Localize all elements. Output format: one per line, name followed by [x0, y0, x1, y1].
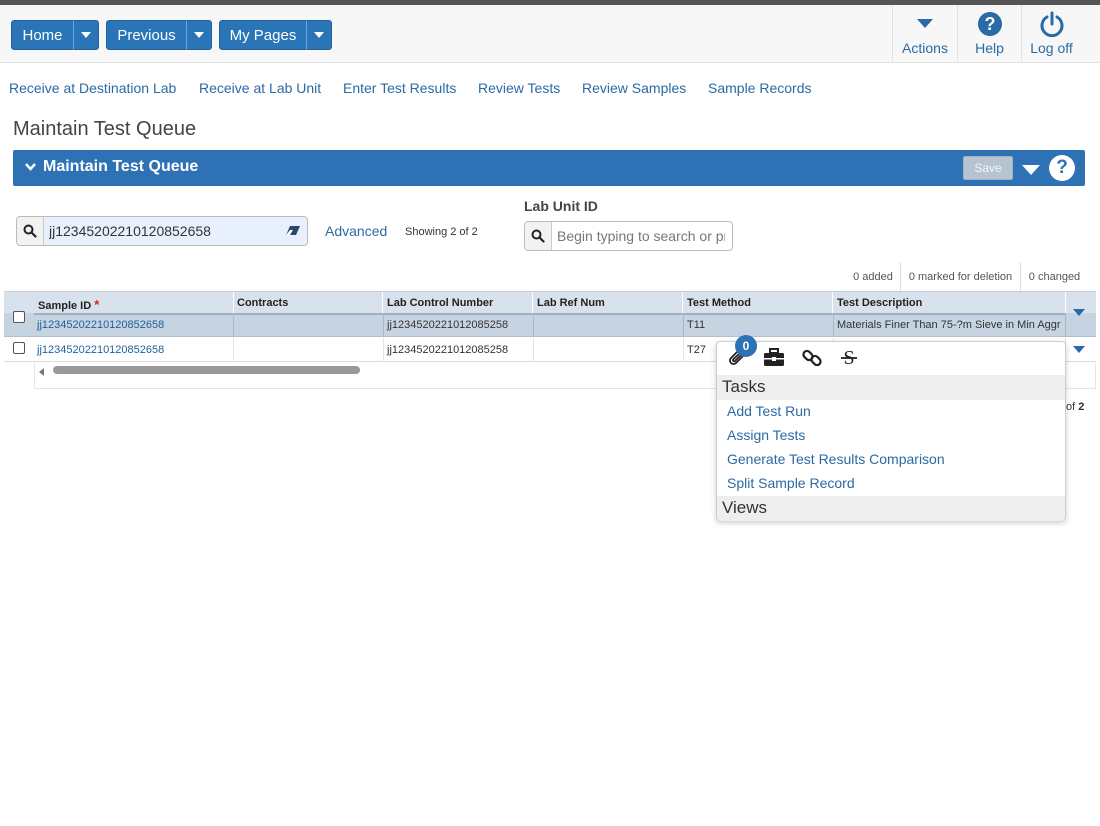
my-pages-button-group: My Pages: [219, 20, 332, 50]
views-section-header[interactable]: Views: [717, 496, 1065, 521]
attachment-count-badge: 0: [735, 335, 757, 357]
grid-header-row: Sample ID * Contracts Lab Control Number…: [4, 291, 1096, 323]
tasks-section-header: Tasks: [717, 375, 1065, 400]
task-split-sample-record[interactable]: Split Sample Record: [727, 475, 855, 491]
added-count: 0 added: [853, 270, 893, 283]
actions-menu[interactable]: Actions: [892, 5, 957, 63]
save-button[interactable]: Save: [963, 156, 1013, 180]
home-button-group: Home: [11, 20, 99, 50]
table-row[interactable]: jj12345202210120852658 jj123452022101208…: [4, 309, 1096, 337]
column-header-test-description[interactable]: Test Description: [833, 292, 1066, 314]
home-button[interactable]: Home: [11, 20, 73, 50]
lab-control-number-cell: jj1234520221012085258: [384, 338, 534, 362]
log-off-label: Log off: [1030, 40, 1073, 56]
pager-total: of 2: [1066, 401, 1084, 413]
panel-title[interactable]: Maintain Test Queue: [43, 158, 198, 176]
column-header-sample-id-label: Sample ID: [38, 300, 92, 312]
home-dropdown-button[interactable]: [73, 20, 99, 50]
link-review-tests[interactable]: Review Tests: [478, 80, 560, 96]
help-label: Help: [975, 40, 1004, 56]
lab-unit-id-input[interactable]: [553, 225, 729, 247]
pager-prefix: of: [1066, 401, 1079, 413]
sample-search-field: [16, 216, 308, 246]
row-checkbox[interactable]: [13, 311, 25, 323]
row-actions-caret-icon[interactable]: [1073, 346, 1085, 353]
column-header-lab-control-number[interactable]: Lab Control Number: [383, 292, 533, 314]
lab-control-number-cell: jj1234520221012085258: [384, 313, 534, 337]
column-header-lab-ref-num[interactable]: Lab Ref Num: [533, 292, 683, 314]
sample-id-link[interactable]: jj12345202210120852658: [34, 313, 234, 337]
help-button[interactable]: ? Help: [957, 5, 1021, 63]
test-description-cell: Materials Finer Than 75-?m Sieve in Min …: [834, 313, 1066, 337]
contracts-cell: [234, 313, 384, 337]
popup-icon-toolbar: 0 S: [717, 335, 1065, 375]
showing-count: Showing 2 of 2: [405, 226, 478, 238]
advanced-search-link[interactable]: Advanced: [325, 223, 387, 239]
page-title: Maintain Test Queue: [13, 118, 197, 140]
search-icon[interactable]: [17, 217, 44, 245]
panel-help-button[interactable]: ?: [1049, 155, 1075, 181]
chevron-down-icon: [81, 32, 91, 38]
my-pages-dropdown-button[interactable]: [306, 20, 332, 50]
app-header: Home Previous My Pages Actions ? Help Lo…: [0, 5, 1100, 63]
lab-unit-id-label: Lab Unit ID: [524, 198, 598, 214]
my-pages-button[interactable]: My Pages: [219, 20, 306, 50]
row-checkbox[interactable]: [13, 342, 25, 354]
panel-menu-caret-icon[interactable]: [1022, 165, 1040, 175]
column-header-sample-id[interactable]: Sample ID *: [34, 292, 234, 314]
link-receive-destination-lab[interactable]: Receive at Destination Lab: [9, 80, 176, 96]
sample-search-input[interactable]: [45, 220, 275, 242]
previous-button[interactable]: Previous: [106, 20, 186, 50]
power-icon: [1039, 11, 1065, 42]
help-circle-icon: ?: [977, 11, 1003, 42]
link-icon[interactable]: [801, 347, 823, 374]
chevron-down-icon: [314, 32, 324, 38]
column-header-contracts[interactable]: Contracts: [233, 292, 383, 314]
test-method-cell: T11: [684, 313, 834, 337]
contracts-cell: [234, 338, 384, 362]
required-marker: *: [94, 297, 100, 312]
caret-down-icon: [917, 17, 933, 35]
row-actions-caret-icon[interactable]: [1073, 309, 1085, 316]
strikethrough-icon[interactable]: S: [839, 347, 859, 374]
scrollbar-thumb[interactable]: [53, 366, 360, 374]
previous-dropdown-button[interactable]: [186, 20, 212, 50]
sample-id-link[interactable]: jj12345202210120852658: [34, 338, 234, 362]
lab-unit-id-field: [524, 221, 733, 251]
scroll-left-arrow-icon[interactable]: [39, 368, 44, 376]
lab-ref-num-cell: [534, 313, 684, 337]
row-actions-popup: 0 S Tasks Add Test Run Assign Tests Gene…: [716, 335, 1066, 521]
chevron-down-icon[interactable]: [24, 160, 37, 178]
chevron-down-icon: [194, 32, 204, 38]
lab-ref-num-cell: [534, 338, 684, 362]
link-review-samples[interactable]: Review Samples: [582, 80, 686, 96]
log-off-button[interactable]: Log off: [1021, 5, 1081, 63]
task-add-test-run[interactable]: Add Test Run: [727, 403, 811, 419]
previous-button-group: Previous: [106, 20, 212, 50]
column-header-test-method[interactable]: Test Method: [683, 292, 833, 314]
svg-text:?: ?: [984, 14, 995, 34]
pager-total-value: 2: [1078, 401, 1085, 413]
task-generate-test-results-comparison[interactable]: Generate Test Results Comparison: [727, 451, 945, 467]
link-enter-test-results[interactable]: Enter Test Results: [343, 80, 456, 96]
link-receive-lab-unit[interactable]: Receive at Lab Unit: [199, 80, 321, 96]
changed-count: 0 changed: [1020, 262, 1088, 291]
panel-header: Maintain Test Queue Save ?: [13, 150, 1085, 186]
eraser-icon[interactable]: [285, 224, 301, 242]
search-icon[interactable]: [525, 222, 552, 250]
actions-label: Actions: [902, 40, 948, 56]
task-assign-tests[interactable]: Assign Tests: [727, 427, 805, 443]
briefcase-icon[interactable]: [763, 348, 785, 372]
marked-for-deletion-count: 0 marked for deletion: [900, 262, 1020, 291]
link-sample-records[interactable]: Sample Records: [708, 80, 812, 96]
